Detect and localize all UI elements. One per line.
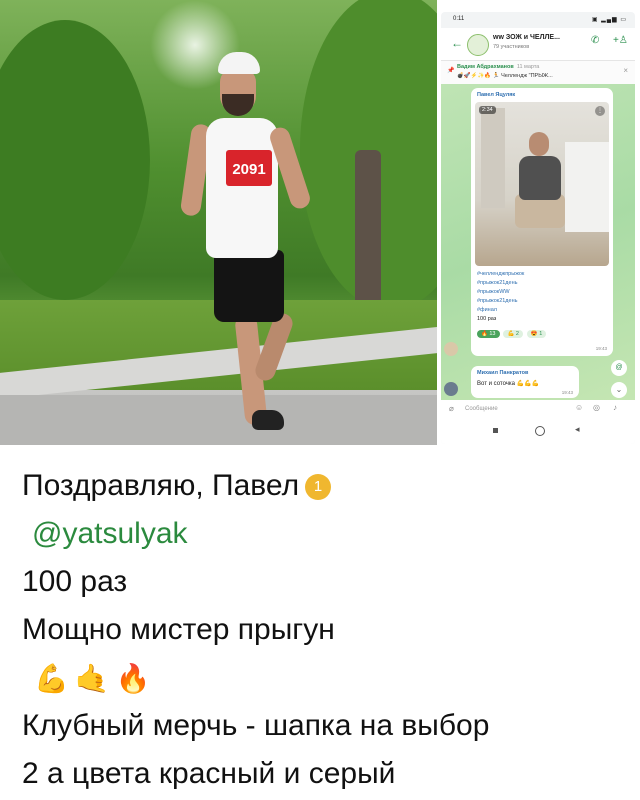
runner-photo: 2091 [0, 0, 437, 445]
status-icons: ▣ ▂▄▆ ▭ [591, 17, 627, 23]
pinned-date: 11 марта [516, 64, 540, 70]
runner-cap [218, 52, 260, 74]
emoji-icon[interactable]: ☺ [575, 403, 583, 412]
add-user-icon[interactable]: +♙ [613, 35, 628, 46]
group-members-count: 79 участников [493, 44, 530, 50]
runner-beard [222, 94, 254, 116]
reaction-chip[interactable]: 💪 2 [503, 330, 523, 338]
hashtag[interactable]: #прыжок21день [477, 279, 524, 288]
runner-shoe [252, 410, 284, 430]
video-message[interactable]: Павел Яцуляк 2:34 ⋮ #челленджпрыжок #пры… [471, 88, 613, 356]
caption-greeting: Поздравляю, Павел [22, 469, 300, 502]
recents-icon[interactable] [493, 428, 498, 433]
status-bar: 0:11 ▣ ▂▄▆ ▭ [451, 16, 627, 26]
reaction-chip[interactable]: 😍 1 [526, 330, 547, 338]
caption-merch: Клубный мерчь - шапка на выбор [22, 709, 490, 742]
tree-left [0, 20, 150, 300]
pinned-message[interactable]: 📌 Вадим Абдрахманов 11 марта 💣🚀⚡✨🔥 🏃 Чел… [441, 60, 635, 86]
chat-screenshot: 0:11 ▣ ▂▄▆ ▭ ← ww ЗОЖ и ЧЕЛЛЕ... 79 учас… [441, 12, 635, 444]
scroll-down-icon[interactable]: ⌄ [611, 382, 627, 398]
hashtag[interactable]: #челленджпрыжок [477, 270, 524, 279]
runner: 2091 [179, 50, 320, 440]
message-text: 100 раз [477, 316, 497, 322]
caption-line: Поздравляю, Павел 1 [22, 462, 622, 510]
caption-line: Клубный мерчь - шапка на выбор [22, 702, 622, 750]
video-menu-icon[interactable]: ⋮ [595, 106, 605, 116]
video-thumbnail[interactable]: 2:34 ⋮ [475, 102, 609, 266]
group-avatar[interactable] [467, 34, 489, 56]
home-icon[interactable] [535, 426, 545, 436]
pin-icon: 📌 [447, 68, 455, 74]
post-caption: Поздравляю, Павел 1 @yatsulyak 100 раз Мо… [22, 462, 622, 798]
video-duration: 2:34 [479, 106, 496, 114]
hashtag[interactable]: #прыжокWW [477, 288, 524, 297]
message-text: Вот и соточка 💪💪💪 [477, 381, 540, 387]
runner-shorts [214, 250, 284, 322]
mention-icon[interactable]: @ [611, 360, 627, 376]
user-mention-link[interactable]: @yatsulyak [22, 517, 188, 550]
chat-area[interactable]: Павел Яцуляк 2:34 ⋮ #челленджпрыжок #пры… [441, 84, 635, 400]
caption-line: @yatsulyak [22, 510, 622, 558]
reply-message[interactable]: Михаил Панкратов Вот и соточка 💪💪💪 19:43 [471, 366, 579, 398]
fire-icon: 🔥 [115, 663, 151, 695]
group-name[interactable]: ww ЗОЖ и ЧЕЛЛЕ... [493, 34, 560, 41]
message-time: 19:43 [561, 390, 573, 395]
pinned-text: 💣🚀⚡✨🔥 🏃 Челлендж "ПРЫЖ... [457, 73, 553, 79]
video-person [515, 132, 565, 242]
mic-icon[interactable]: ♪ [613, 403, 617, 412]
pinned-author: Вадим Абдрахманов 11 марта [457, 64, 540, 70]
chat-header: ← ww ЗОЖ и ЧЕЛЛЕ... 79 участников ✆ +♙ [441, 28, 635, 60]
runner-shirt [206, 118, 278, 258]
call-me-hand-icon: 🤙 [74, 663, 110, 695]
avatar[interactable] [444, 382, 458, 396]
android-nav-bar: ◂ [441, 420, 635, 444]
caption-line: 💪 🤙 🔥 [22, 654, 622, 702]
message-input[interactable]: Сообщение [465, 406, 498, 412]
caption-line: 2 а цвета красный и серый [22, 750, 622, 798]
message-author[interactable]: Михаил Панкратов [477, 370, 528, 376]
call-icon[interactable]: ✆ [591, 35, 599, 46]
medal-icon: 1 [305, 474, 332, 501]
message-author[interactable]: Павел Яцуляк [477, 92, 515, 98]
flexed-biceps-icon: 💪 [34, 663, 69, 695]
caption-count: 100 раз [22, 565, 128, 598]
caption-colors: 2 а цвета красный и серый [22, 757, 396, 790]
person-head [529, 132, 549, 156]
caption-praise: Мощно мистер прыгун [22, 613, 335, 646]
video-kitchen [565, 142, 609, 232]
close-icon[interactable]: × [623, 66, 628, 75]
message-input-bar: ⌀ Сообщение ☺ ◎ ♪ [441, 400, 635, 420]
reactions: 🔥 13 💪 2 😍 1 [477, 330, 548, 338]
caption-line: Мощно мистер прыгун [22, 606, 622, 654]
hashtags: #челленджпрыжок #прыжок21день #прыжокWW … [477, 270, 524, 324]
hashtag[interactable]: #финал [477, 306, 524, 315]
status-time: 0:11 [453, 16, 465, 22]
back-triangle-icon[interactable]: ◂ [575, 424, 580, 435]
message-time: 19:43 [595, 346, 607, 351]
back-arrow-icon[interactable]: ← [451, 36, 463, 50]
avatar[interactable] [444, 342, 458, 356]
camera-icon[interactable]: ◎ [593, 403, 600, 412]
person-body [519, 156, 561, 200]
caption-line: 100 раз [22, 558, 622, 606]
reaction-chip[interactable]: 🔥 13 [477, 330, 500, 338]
hashtag[interactable]: #прыжок21день [477, 297, 524, 306]
attach-icon[interactable]: ⌀ [449, 404, 454, 413]
video-door [481, 108, 505, 208]
race-bib: 2091 [226, 150, 272, 186]
